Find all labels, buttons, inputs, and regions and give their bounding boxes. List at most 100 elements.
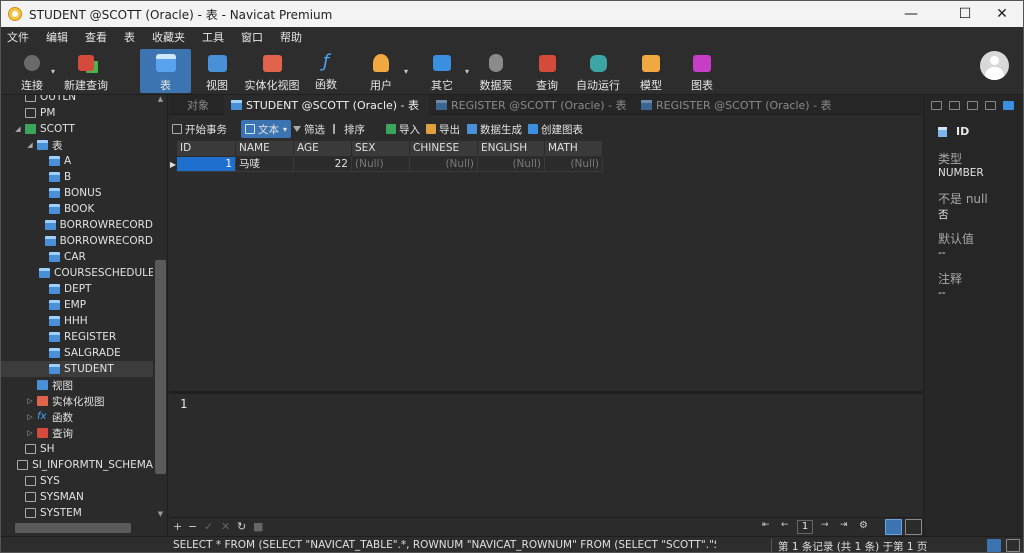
tree-item[interactable]: BONUS xyxy=(1,185,153,201)
tab-student[interactable]: STUDENT @SCOTT (Oracle) - 表 xyxy=(224,95,429,115)
table-cell[interactable]: 马唛 xyxy=(236,157,294,172)
user-avatar[interactable] xyxy=(980,51,1009,80)
tree-item[interactable]: SYS xyxy=(1,473,153,489)
import-button[interactable]: 导入 xyxy=(386,120,420,138)
tree-item[interactable]: ▷ 实体化视图 xyxy=(1,393,153,409)
code-icon[interactable] xyxy=(985,100,996,110)
minimize-button[interactable]: — xyxy=(888,1,934,27)
close-button[interactable]: ✕ xyxy=(979,1,1023,27)
tab-register-1[interactable]: REGISTER @SCOTT (Oracle) - 表 xyxy=(429,95,634,115)
others-dropdown-icon[interactable]: ▾ xyxy=(465,67,469,76)
tree-horizontal-scrollbar[interactable] xyxy=(1,520,153,535)
table-cell[interactable]: (Null) xyxy=(410,157,478,172)
column-header-chinese[interactable]: CHINESE xyxy=(410,141,478,156)
data-pump-button[interactable]: 数据泵 xyxy=(480,49,513,93)
expand-toggle-icon[interactable]: ▷ xyxy=(25,429,35,437)
tab-objects[interactable]: 对象 xyxy=(169,95,224,115)
menu-tools[interactable]: 工具 xyxy=(196,29,235,45)
table-cell[interactable]: (Null) xyxy=(478,157,545,172)
menu-window[interactable]: 窗口 xyxy=(235,29,274,45)
grid-view-icon[interactable] xyxy=(987,539,1001,552)
tree-item[interactable]: 视图 xyxy=(1,377,153,393)
view-button[interactable]: 视图 xyxy=(203,49,231,93)
text-button[interactable]: 文本 ▾ xyxy=(241,120,292,138)
expand-toggle-icon[interactable]: ▷ xyxy=(25,413,35,421)
next-page-icon[interactable]: → xyxy=(821,520,829,530)
export-button[interactable]: 导出 xyxy=(426,120,460,138)
ddl-icon[interactable] xyxy=(949,100,960,110)
sql-editor[interactable]: 1 xyxy=(169,394,922,517)
info-icon[interactable] xyxy=(931,100,942,110)
tree-item[interactable]: SH xyxy=(1,441,153,457)
tree-item[interactable]: SYSMAN xyxy=(1,489,153,505)
tree-item[interactable]: ◢ 表 xyxy=(1,137,153,153)
text-dropdown-icon[interactable]: ▾ xyxy=(283,125,287,134)
scroll-up-icon[interactable]: ▲ xyxy=(153,95,167,107)
new-query-button[interactable]: 新建查询 xyxy=(63,49,109,93)
table-button[interactable]: 表 xyxy=(140,49,191,93)
automation-button[interactable]: 自动运行 xyxy=(576,49,620,93)
grid-view-icon[interactable] xyxy=(885,519,902,535)
column-header-english[interactable]: ENGLISH xyxy=(478,141,545,156)
query-button[interactable]: 查询 xyxy=(534,49,560,93)
table-cell[interactable]: 22 xyxy=(294,157,352,172)
menu-view[interactable]: 查看 xyxy=(79,29,118,45)
field-icon[interactable] xyxy=(1003,100,1014,110)
column-header-age[interactable]: AGE xyxy=(294,141,352,156)
tree-item[interactable]: ◢ SCOTT xyxy=(1,121,153,137)
column-header-id[interactable]: ID xyxy=(177,141,236,156)
filter-button[interactable]: 筛选 xyxy=(293,120,325,138)
tree-item[interactable]: BORROWRECORD xyxy=(1,233,153,249)
connect-dropdown-icon[interactable]: ▾ xyxy=(51,67,55,76)
delete-record-icon[interactable]: − xyxy=(188,520,197,533)
form-view-icon[interactable] xyxy=(1006,539,1020,552)
data-generation-button[interactable]: 数据生成 xyxy=(467,120,522,138)
tree-item[interactable]: SYSTEM xyxy=(1,505,153,521)
stop-icon[interactable]: ■ xyxy=(253,520,263,533)
refresh-icon[interactable]: ↻ xyxy=(237,520,246,533)
create-chart-button[interactable]: 创建图表 xyxy=(528,120,583,138)
relations-icon[interactable] xyxy=(967,100,978,110)
settings-gear-icon[interactable]: ⚙ xyxy=(859,520,868,531)
user-button[interactable]: 用户 ▾ xyxy=(368,49,408,93)
tab-register-2[interactable]: REGISTER @SCOTT (Oracle) - 表 xyxy=(634,95,839,115)
tree-item[interactable]: DEPT xyxy=(1,281,153,297)
tree-item[interactable]: ▷ 查询 xyxy=(1,425,153,441)
first-page-icon[interactable]: ⇤ xyxy=(762,520,770,530)
menu-edit[interactable]: 编辑 xyxy=(40,29,79,45)
user-dropdown-icon[interactable]: ▾ xyxy=(404,67,408,76)
function-button[interactable]: ƒ 函数 xyxy=(313,49,339,93)
discard-changes-icon[interactable]: ✕ xyxy=(221,520,230,533)
menu-help[interactable]: 帮助 xyxy=(274,29,313,45)
column-header-math[interactable]: MATH xyxy=(545,141,603,156)
connect-button[interactable]: 连接 ▾ xyxy=(15,49,55,93)
tree-item[interactable]: ▷ fx 函数 xyxy=(1,409,153,425)
last-page-icon[interactable]: ⇥ xyxy=(840,520,848,530)
table-cell[interactable]: 1 xyxy=(177,157,236,172)
menu-favorites[interactable]: 收藏夹 xyxy=(146,29,196,45)
tree-item[interactable]: EMP xyxy=(1,297,153,313)
tree-item[interactable]: PM xyxy=(1,105,153,121)
tree-item[interactable]: A xyxy=(1,153,153,169)
chart-button[interactable]: 图表 xyxy=(689,49,715,93)
page-number-field[interactable]: 1 xyxy=(797,520,813,534)
tree-item[interactable]: BORROWRECORD xyxy=(1,217,153,233)
materialized-view-button[interactable]: 实体化视图 xyxy=(245,49,300,93)
tree-item[interactable]: SALGRADE xyxy=(1,345,153,361)
begin-transaction-button[interactable]: 开始事务 xyxy=(172,120,227,138)
tree-item[interactable]: SI_INFORMTN_SCHEMA xyxy=(1,457,153,473)
tree-item[interactable]: BOOK xyxy=(1,201,153,217)
tree-item[interactable]: HHH xyxy=(1,313,153,329)
expand-toggle-icon[interactable]: ◢ xyxy=(13,125,23,133)
apply-changes-icon[interactable]: ✓ xyxy=(204,520,213,533)
expand-toggle-icon[interactable]: ▷ xyxy=(25,397,35,405)
scrollbar-thumb[interactable] xyxy=(155,260,166,474)
column-header-name[interactable]: NAME xyxy=(236,141,294,156)
tree-item[interactable]: CAR xyxy=(1,249,153,265)
tree-item[interactable]: REGISTER xyxy=(1,329,153,345)
form-view-icon[interactable] xyxy=(905,519,922,535)
tree-vertical-scrollbar[interactable]: ▲ ▼ xyxy=(153,95,167,536)
tree-item[interactable]: B xyxy=(1,169,153,185)
sort-button[interactable]: 排序 xyxy=(333,120,365,138)
previous-page-icon[interactable]: ← xyxy=(781,520,789,530)
